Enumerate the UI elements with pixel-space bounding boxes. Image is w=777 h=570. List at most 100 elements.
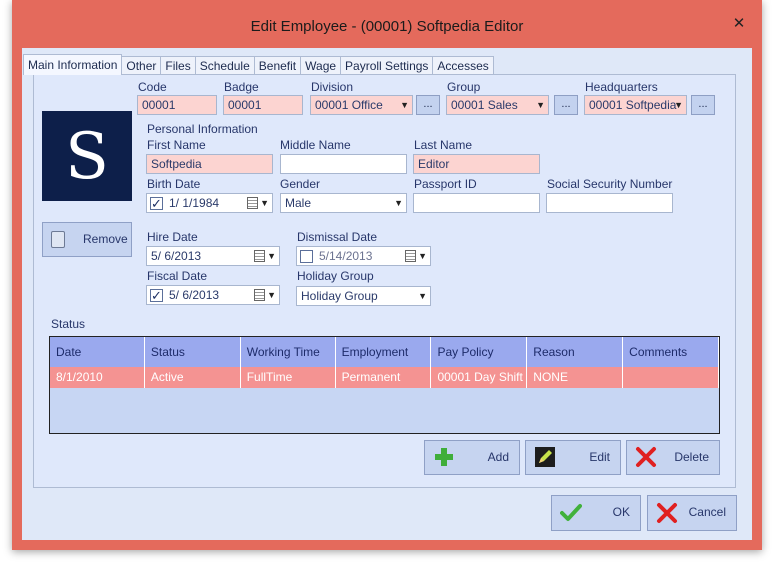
ssn-field[interactable] [546,193,673,213]
chevron-down-icon: ▼ [260,198,269,208]
plus-icon [435,448,453,466]
tab-payroll-settings[interactable]: Payroll Settings [340,56,434,75]
delete-label: Delete [674,450,709,464]
cell-date: 8/1/2010 [50,367,145,388]
group-value: 00001 Sales [451,98,518,112]
passport-id-field[interactable] [413,193,540,213]
birth-date-picker[interactable]: 1/ 1/1984 ▼ [146,193,273,213]
remove-label: Remove [83,232,128,246]
cancel-x-icon [657,503,677,523]
division-browse-button[interactable]: ... [416,95,440,115]
calendar-icon [254,250,265,262]
delete-x-icon [636,447,656,467]
birth-date-label: Birth Date [147,177,201,191]
holiday-group-combo[interactable]: Holiday Group ▼ [296,286,431,306]
calendar-icon [405,250,416,262]
column-header-reason[interactable]: Reason [527,337,624,367]
tab-strip: Main Information Other Files Schedule Be… [23,54,494,75]
column-header-date[interactable]: Date [50,337,145,367]
tab-schedule[interactable]: Schedule [194,56,255,75]
fiscal-date-checkbox[interactable] [150,287,163,304]
chevron-down-icon: ▼ [674,100,683,110]
middle-name-field[interactable] [280,154,407,174]
code-label: Code [138,80,167,94]
headquarters-combo[interactable]: 00001 Softpedia ▼ [584,95,687,115]
add-button[interactable]: Add [424,440,520,475]
chevron-down-icon: ▼ [394,198,403,208]
chevron-down-icon: ▼ [418,251,427,261]
passport-id-label: Passport ID [414,177,477,191]
birth-date-checkbox[interactable] [150,195,163,212]
fiscal-date-value: 5/ 6/2013 [169,288,220,302]
cell-status: Active [145,367,241,388]
cell-comments [623,367,720,388]
window-close-button[interactable]: ✕ [728,16,750,34]
hire-date-label: Hire Date [147,230,198,244]
tab-benefit[interactable]: Benefit [253,56,302,75]
dismissal-date-checkbox[interactable] [300,250,313,264]
column-header-working-time[interactable]: Working Time [241,337,336,367]
gender-combo[interactable]: Male ▼ [280,193,407,213]
gender-value: Male [285,196,312,210]
column-header-employment[interactable]: Employment [336,337,432,367]
dismissal-date-label: Dismissal Date [297,230,378,244]
edit-button[interactable]: Edit [525,440,621,475]
cancel-button[interactable]: Cancel [647,495,737,531]
column-header-pay-policy[interactable]: Pay Policy [431,337,528,367]
chevron-down-icon: ▼ [418,291,427,301]
group-browse-button[interactable]: ... [554,95,578,115]
badge-field[interactable]: 00001 [223,95,303,115]
employee-photo: S [42,111,132,201]
ssn-label: Social Security Number [547,177,673,191]
tab-wage[interactable]: Wage [300,56,342,75]
middle-name-label: Middle Name [280,138,351,152]
column-header-comments[interactable]: Comments [623,337,720,367]
remove-photo-button[interactable]: Remove [42,222,132,257]
group-combo[interactable]: 00001 Sales ▼ [446,95,549,115]
headquarters-value: 00001 Softpedia [589,98,677,112]
status-label: Status [51,317,86,331]
chevron-down-icon: ▼ [267,290,276,300]
code-field[interactable]: 00001 [137,95,217,115]
status-grid-header: Date Status Working Time Employment Pay … [50,337,720,367]
status-grid: Date Status Working Time Employment Pay … [49,336,720,434]
cell-pay-policy: 00001 Day Shift [431,367,528,388]
cell-working-time: FullTime [241,367,336,388]
holiday-group-label: Holiday Group [297,269,374,283]
tab-files[interactable]: Files [160,56,196,75]
chevron-down-icon: ▼ [536,100,545,110]
first-name-field[interactable]: Softpedia [146,154,273,174]
division-value: 00001 Office [315,98,383,112]
hire-date-picker[interactable]: 5/ 6/2013 ▼ [146,246,280,266]
division-combo[interactable]: 00001 Office ▼ [310,95,413,115]
ok-label: OK [612,505,630,519]
column-header-status[interactable]: Status [145,337,241,367]
calendar-icon [247,197,258,209]
group-label: Group [447,80,481,94]
table-row[interactable]: 8/1/2010 Active FullTime Permanent 00001… [50,367,720,388]
chevron-down-icon: ▼ [400,100,409,110]
division-label: Division [311,80,354,94]
headquarters-browse-button[interactable]: ... [691,95,715,115]
cell-employment: Permanent [336,367,432,388]
fiscal-date-picker[interactable]: 5/ 6/2013 ▼ [146,285,280,305]
headquarters-label: Headquarters [585,80,658,94]
dismissal-date-picker[interactable]: 5/14/2013 ▼ [296,246,431,266]
trash-icon [51,231,65,248]
ok-button[interactable]: OK [551,495,641,531]
tab-other[interactable]: Other [121,56,162,75]
dismissal-date-value: 5/14/2013 [319,249,373,263]
tab-main-information[interactable]: Main Information [23,54,123,75]
birth-date-value: 1/ 1/1984 [169,196,220,210]
personal-information-label: Personal Information [147,122,258,136]
window-title: Edit Employee - (00001) Softpedia Editor [250,18,524,35]
last-name-field[interactable]: Editor [413,154,540,174]
edit-label: Edit [589,450,610,464]
hire-date-value: 5/ 6/2013 [151,249,202,263]
calendar-icon [254,289,265,301]
tab-accesses[interactable]: Accesses [432,56,494,75]
delete-button[interactable]: Delete [626,440,720,475]
fiscal-date-label: Fiscal Date [147,269,208,283]
holiday-group-value: Holiday Group [301,289,378,303]
pencil-icon [535,447,555,467]
